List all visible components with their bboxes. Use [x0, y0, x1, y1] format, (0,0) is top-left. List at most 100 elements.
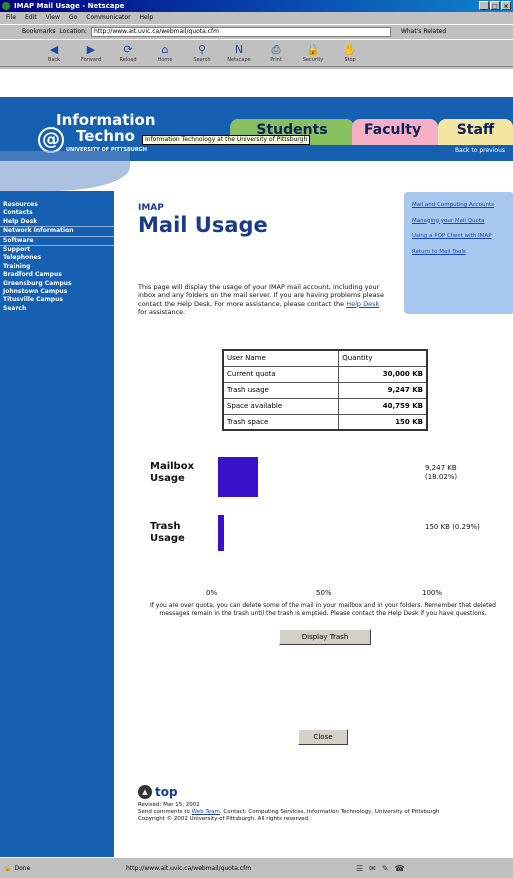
menu-help[interactable]: Help	[140, 12, 154, 23]
bookmarks-button[interactable]: Bookmarks	[22, 28, 56, 35]
nav-toolbar: ◀ Back ▶ Forward ⟳ Reload ⌂ Home ⚲ Search N Netscap…	[0, 39, 513, 67]
footer-contact-pre: Send comments to	[138, 809, 192, 815]
scale-tick-mid: 50%	[316, 589, 332, 597]
toolbar-label: Netscape	[227, 57, 251, 63]
print-button[interactable]: ⎙ Print	[262, 40, 290, 66]
menu-go[interactable]: Go	[69, 12, 77, 23]
forward-button[interactable]: ▶ Forward	[77, 40, 105, 66]
sidebar-item-search[interactable]: Search	[0, 305, 114, 313]
toolbar-label: Search	[193, 57, 211, 63]
sidebar-nav: Resources Contacts Help Desk Network Inform…	[0, 191, 114, 857]
header-swoosh	[0, 151, 513, 191]
status-url: http://www.ait.uvic.ca/webmail/quota.cfm	[126, 864, 252, 872]
toolbar-label: Back	[47, 57, 61, 63]
composer-icon[interactable]: ✎	[382, 864, 389, 873]
table-cell-value: 150 KB	[338, 413, 428, 431]
table-cell-value: 40,759 KB	[338, 397, 428, 415]
stop-button[interactable]: ✋ Stop	[336, 40, 364, 66]
menu-file[interactable]: File	[6, 12, 16, 23]
footer-contact: Send comments to Web Team. Contact: Comp…	[138, 809, 440, 816]
help-desk-link[interactable]: Help Desk	[346, 300, 379, 308]
related-link[interactable]: Return to Mail Tools	[412, 249, 510, 256]
reload-button[interactable]: ⟳ Reload	[114, 40, 142, 66]
netscape-button[interactable]: N Netscape	[225, 40, 253, 66]
menu-communicator[interactable]: Communicator	[86, 12, 130, 23]
window-title: IMAP Mail Usage - Netscape	[14, 2, 125, 10]
sidebar-item-help-desk[interactable]: Help Desk	[0, 218, 114, 228]
trash-usage-label: Trash Usage	[150, 521, 185, 544]
security-button[interactable]: 🔒 Security	[299, 40, 327, 66]
home-button[interactable]: ⌂ Home	[151, 40, 179, 66]
page-title: Mail Usage	[138, 213, 268, 237]
sidebar-item-titusville-campus[interactable]: Titusville Campus	[0, 296, 114, 304]
mail-icon[interactable]: ✉	[369, 864, 376, 873]
related-link[interactable]: Using a POP Client with IMAP	[412, 233, 510, 240]
intro-tail: for assistance.	[138, 307, 186, 316]
search-button[interactable]: ⚲ Search	[188, 40, 216, 66]
page-kicker: IMAP	[138, 203, 164, 213]
related-link[interactable]: Mail and Computing Accounts	[412, 202, 510, 209]
maximize-button[interactable]: □	[490, 1, 500, 10]
usage-table: User Name Quantity Current quota 30,000 …	[222, 349, 428, 431]
menu-edit[interactable]: Edit	[25, 12, 37, 23]
sidebar-item-software[interactable]: Software	[0, 237, 114, 247]
component-bar-icon[interactable]: ☰	[356, 864, 363, 873]
netscape-icon	[2, 2, 10, 10]
whats-related-button[interactable]: What's Related	[401, 28, 446, 35]
menu-view[interactable]: View	[46, 12, 60, 23]
back-button[interactable]: ◀ Back	[40, 40, 68, 66]
footer-revised: Revised: Mar 15, 2002	[138, 802, 200, 808]
status-bar: 🔓 Done http://www.ait.uvic.ca/webmail/qu…	[0, 857, 513, 878]
sidebar-item-support[interactable]: Support	[0, 246, 114, 254]
sidebar-item-contacts[interactable]: Contacts	[0, 209, 114, 217]
quota-footnote: If you are over quota, you can delete so…	[150, 602, 496, 617]
sidebar-item-johnstown-campus[interactable]: Johnstown Campus	[0, 288, 114, 296]
mailbox-usage-label: Mailbox Usage	[150, 461, 195, 484]
trash-usage-value: 150 KB (0.29%)	[425, 523, 480, 531]
title-bar: IMAP Mail Usage - Netscape _ □ ×	[0, 0, 513, 12]
related-links-box: Mail and Computing Accounts Managing you…	[404, 192, 513, 314]
web-team-link[interactable]: Web Team	[192, 809, 220, 815]
sidebar-item-greensburg-campus[interactable]: Greensburg Campus	[0, 280, 114, 288]
url-input[interactable]: http://www.ait.uvic.ca/webmail/quota.cfm	[90, 26, 391, 37]
sidebar-item-bradford-campus[interactable]: Bradford Campus	[0, 271, 114, 279]
top-link[interactable]: ▲ top	[138, 785, 178, 799]
related-link[interactable]: Managing your Mail Quota	[412, 218, 510, 225]
up-arrow-icon: ▲	[138, 785, 152, 799]
table-cell-label: Trash space	[222, 413, 340, 431]
status-security-icon: 🔓	[4, 864, 12, 872]
display-trash-button[interactable]: Display Trash	[279, 629, 371, 645]
close-window-button[interactable]: ×	[501, 1, 511, 10]
status-text: Done	[14, 864, 31, 872]
table-row: Trash usage 9,247 KB	[222, 381, 428, 399]
table-cell-label: Trash usage	[222, 381, 340, 399]
sidebar-item-network-information[interactable]: Network Information	[0, 227, 114, 237]
stop-icon: ✋	[343, 43, 357, 56]
home-icon: ⌂	[161, 43, 169, 56]
netscape-icon: N	[234, 43, 244, 56]
top-link-label: top	[155, 785, 178, 799]
back-to-previous-link[interactable]: Back to previous	[455, 147, 505, 154]
scale-tick-min: 0%	[206, 589, 218, 597]
header-top	[0, 69, 513, 99]
table-cell-value: 30,000 KB	[338, 365, 428, 383]
security-icon: 🔒	[306, 43, 320, 56]
tab-staff[interactable]: Staff	[438, 119, 513, 145]
sidebar-item-training[interactable]: Training	[0, 263, 114, 271]
table-header-cell: Quantity	[338, 349, 428, 367]
logo-at-icon: @	[38, 127, 64, 153]
close-button[interactable]: Close	[298, 729, 348, 745]
mailbox-usage-value: 9,247 KB (18.02%)	[425, 464, 458, 481]
sidebar-item-resources[interactable]: Resources	[0, 201, 114, 209]
back-arrow-icon: ◀	[49, 43, 59, 56]
address-book-icon[interactable]: ☎	[395, 864, 405, 873]
table-header-cell: User Name	[222, 349, 340, 367]
table-header-row: User Name Quantity	[222, 349, 428, 367]
sidebar-item-telephones[interactable]: Telephones	[0, 254, 114, 262]
search-icon: ⚲	[197, 43, 207, 56]
browser-window: IMAP Mail Usage - Netscape _ □ × File Ed…	[0, 0, 513, 878]
tab-faculty[interactable]: Faculty	[352, 119, 438, 145]
table-cell-value: 9,247 KB	[338, 381, 428, 399]
page-content: Information @ Techno UNIVERSITY OF PITTS…	[0, 69, 513, 857]
minimize-button[interactable]: _	[479, 1, 489, 10]
